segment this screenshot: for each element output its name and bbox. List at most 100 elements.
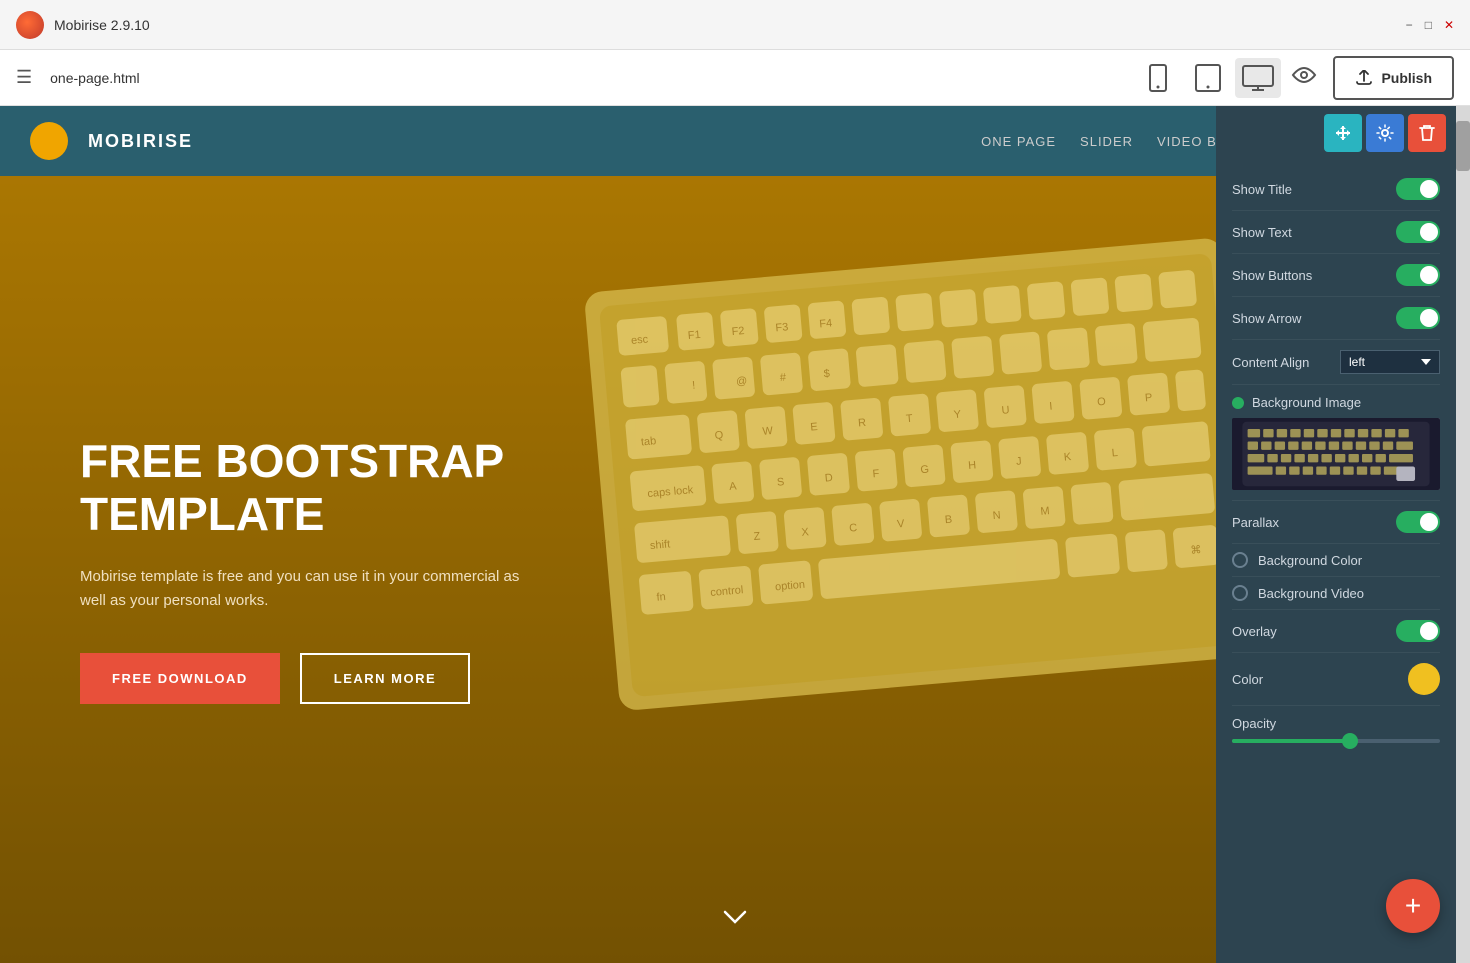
svg-text:⌘: ⌘ <box>1190 544 1202 557</box>
show-title-toggle[interactable] <box>1396 178 1440 200</box>
svg-text:F2: F2 <box>731 325 745 338</box>
delete-section-button[interactable] <box>1408 114 1446 152</box>
overlay-toggle[interactable] <box>1396 620 1440 642</box>
show-arrow-row: Show Arrow <box>1232 297 1440 340</box>
show-arrow-toggle[interactable] <box>1396 307 1440 329</box>
overlay-row: Overlay <box>1232 610 1440 653</box>
show-title-row: Show Title <box>1232 168 1440 211</box>
main-area: MOBIRISE ONE PAGE SLIDER VIDEO BG BLOG D… <box>0 106 1470 963</box>
svg-text:L: L <box>1111 447 1118 459</box>
svg-text:fn: fn <box>656 591 666 604</box>
mobile-view-button[interactable] <box>1135 58 1181 98</box>
nav-item-slider[interactable]: SLIDER <box>1080 134 1133 149</box>
show-text-toggle[interactable] <box>1396 221 1440 243</box>
svg-text:$: $ <box>823 368 830 380</box>
content-align-row: Content Align left center right <box>1232 340 1440 385</box>
scrollbar[interactable] <box>1456 106 1470 963</box>
svg-text:D: D <box>824 472 833 485</box>
close-button[interactable]: ✕ <box>1444 18 1454 32</box>
desktop-view-button[interactable] <box>1235 58 1281 98</box>
bg-video-label: Background Video <box>1258 586 1364 601</box>
parallax-label: Parallax <box>1232 515 1279 530</box>
opacity-slider-track <box>1232 739 1440 743</box>
toolbar: ☰ one-page.html <box>0 50 1470 106</box>
show-buttons-row: Show Buttons <box>1232 254 1440 297</box>
show-arrow-label: Show Arrow <box>1232 311 1301 326</box>
hero-subtitle: Mobirise template is free and you can us… <box>80 565 520 613</box>
toolbar-right: Publish <box>1291 56 1454 100</box>
site-logo-icon <box>30 122 68 160</box>
opacity-slider-fill <box>1232 739 1346 743</box>
parallax-row: Parallax <box>1232 501 1440 544</box>
publish-button[interactable]: Publish <box>1333 56 1454 100</box>
minimize-button[interactable]: − <box>1406 18 1413 32</box>
bg-color-row: Background Color <box>1232 544 1440 577</box>
bg-video-row: Background Video <box>1232 577 1440 610</box>
svg-text:C: C <box>849 522 858 535</box>
show-buttons-label: Show Buttons <box>1232 268 1312 283</box>
svg-text:O: O <box>1097 396 1107 409</box>
scroll-arrow[interactable] <box>720 907 750 933</box>
bg-video-radio[interactable] <box>1232 585 1248 601</box>
bg-image-header: Background Image <box>1232 395 1440 410</box>
svg-text:esc: esc <box>631 333 650 346</box>
opacity-label: Opacity <box>1232 716 1440 731</box>
svg-text:tab: tab <box>640 435 656 448</box>
nav-item-onepage[interactable]: ONE PAGE <box>981 134 1056 149</box>
hero-content: FREE BOOTSTRAP TEMPLATE Mobirise templat… <box>0 375 600 764</box>
svg-text:shift: shift <box>650 538 671 552</box>
scrollbar-thumb[interactable] <box>1456 121 1470 171</box>
opacity-slider-thumb[interactable] <box>1342 733 1358 749</box>
show-buttons-toggle[interactable] <box>1396 264 1440 286</box>
svg-text:F4: F4 <box>819 317 833 330</box>
tablet-view-button[interactable] <box>1185 58 1231 98</box>
svg-text:R: R <box>858 417 867 430</box>
settings-content: Show Title Show Text Show Buttons Show A… <box>1216 160 1456 761</box>
settings-section-button[interactable] <box>1366 114 1404 152</box>
svg-text:F: F <box>872 468 880 481</box>
app-logo <box>16 11 44 39</box>
svg-text:F3: F3 <box>775 321 789 334</box>
svg-text:P: P <box>1145 392 1153 405</box>
app-title: Mobirise 2.9.10 <box>54 17 150 33</box>
svg-text:J: J <box>1016 455 1023 467</box>
svg-text:H: H <box>968 459 977 472</box>
section-toolbar <box>1216 106 1456 160</box>
parallax-toggle[interactable] <box>1396 511 1440 533</box>
overlay-label: Overlay <box>1232 624 1277 639</box>
color-swatch[interactable] <box>1408 663 1440 695</box>
move-section-button[interactable] <box>1324 114 1362 152</box>
svg-text:N: N <box>992 509 1001 522</box>
maximize-button[interactable]: □ <box>1425 18 1432 32</box>
bg-image-label: Background Image <box>1252 395 1361 410</box>
keyboard-illustration: esc F1 F2 F3 F4 ! @ # $ tab Q W E R <box>549 178 1252 754</box>
bg-color-radio[interactable] <box>1232 552 1248 568</box>
svg-text:@: @ <box>736 375 748 388</box>
content-align-label: Content Align <box>1232 355 1309 370</box>
bg-image-thumbnail[interactable] <box>1232 418 1440 490</box>
svg-text:E: E <box>810 421 818 434</box>
color-label: Color <box>1232 672 1263 687</box>
color-row: Color <box>1232 653 1440 706</box>
add-section-button[interactable]: + <box>1386 879 1440 933</box>
show-title-label: Show Title <box>1232 182 1292 197</box>
menu-icon[interactable]: ☰ <box>16 67 32 88</box>
svg-text:M: M <box>1040 505 1050 518</box>
device-switcher <box>1135 58 1281 98</box>
learn-more-button[interactable]: LEARN MORE <box>300 653 470 704</box>
hero-buttons: FREE DOWNLOAD LEARN MORE <box>80 653 520 704</box>
window-controls: − □ ✕ <box>1406 18 1454 32</box>
opacity-section: Opacity <box>1232 706 1440 753</box>
content-align-select[interactable]: left center right <box>1340 350 1440 374</box>
hero-title: FREE BOOTSTRAP TEMPLATE <box>80 435 520 541</box>
svg-text:F1: F1 <box>687 329 701 342</box>
bg-image-active-dot <box>1232 397 1244 409</box>
svg-text:T: T <box>905 413 913 426</box>
svg-text:Q: Q <box>714 429 724 442</box>
filename-label: one-page.html <box>50 70 1125 86</box>
preview-button[interactable] <box>1291 66 1317 90</box>
free-download-button[interactable]: FREE DOWNLOAD <box>80 653 280 704</box>
show-text-label: Show Text <box>1232 225 1292 240</box>
bg-image-section: Background Image <box>1232 385 1440 501</box>
site-logo-text: MOBIRISE <box>88 131 193 152</box>
